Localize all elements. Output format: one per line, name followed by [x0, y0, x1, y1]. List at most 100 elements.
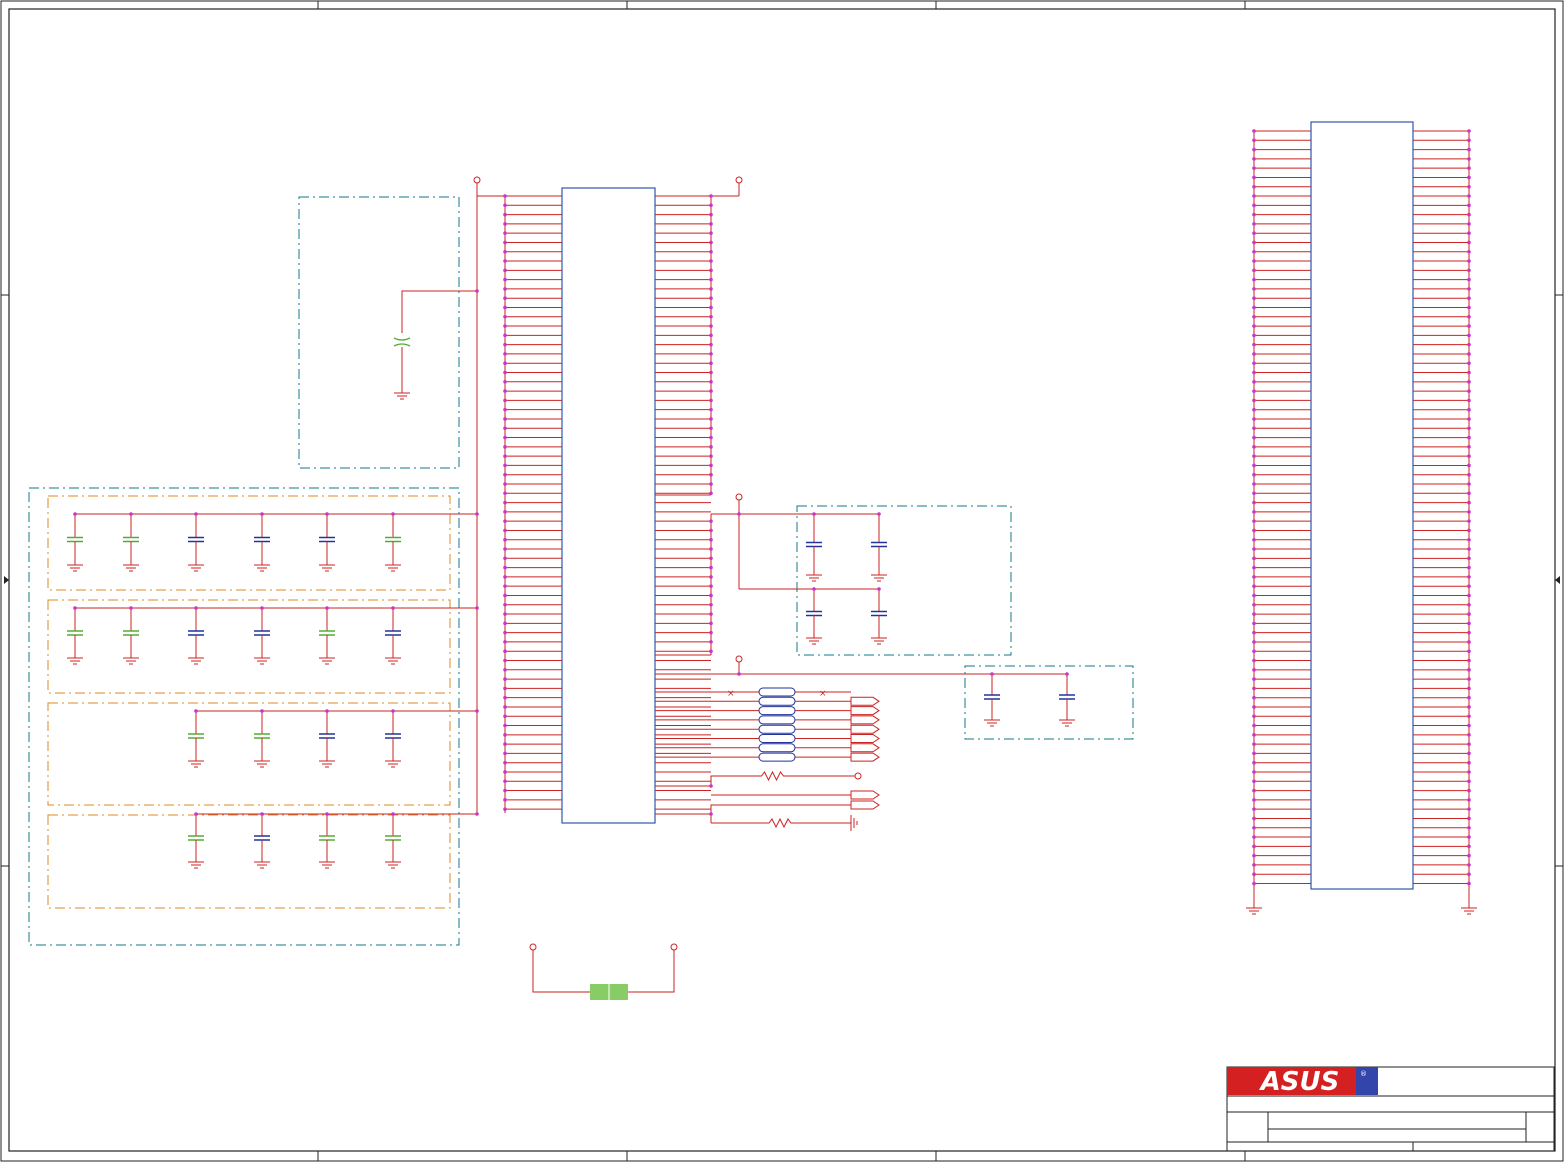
capacitor-symbol: [319, 711, 335, 761]
net-junction-dot: [503, 417, 507, 421]
net-junction-dot: [503, 751, 507, 756]
dashed-group-box: [796, 505, 1012, 656]
net-junction-dot: [503, 380, 507, 384]
net-junction-dot: [1252, 342, 1256, 347]
net-junction-dot: [503, 547, 507, 551]
dashed-group-box: [47, 702, 451, 806]
ground-symbol: [254, 861, 270, 869]
net-junction-dot: [260, 709, 264, 713]
net-junction-dot: [1252, 361, 1256, 366]
net-junction-dot: [1467, 249, 1471, 254]
net-junction-dot: [709, 352, 713, 356]
ground-symbol: [319, 861, 335, 869]
net-junction-dot: [1252, 482, 1256, 486]
power-port-circle: [735, 176, 743, 184]
net-junction-dot: [503, 537, 507, 542]
net-junction-dot: [1252, 259, 1256, 263]
net-junction-dot: [1252, 733, 1256, 737]
net-junction-dot: [260, 812, 264, 816]
net-junction-dot: [1467, 537, 1471, 542]
net-junction-dot: [1252, 760, 1256, 765]
net-junction-dot: [1252, 389, 1256, 393]
net-junction-dot: [1252, 835, 1256, 839]
net-junction-dot: [503, 249, 507, 254]
ground-symbol: [254, 657, 270, 665]
dashed-group-box: [964, 665, 1134, 740]
capacitor-symbol: [319, 814, 335, 862]
net-junction-dot: [1467, 472, 1471, 477]
net-junction-dot: [709, 584, 713, 588]
net-junction-dot: [1467, 816, 1471, 821]
net-junction-dot: [1467, 268, 1471, 273]
net-junction-dot: [1252, 184, 1256, 189]
net-junction-dot: [1467, 519, 1471, 523]
net-junction-dot: [1252, 352, 1256, 356]
net-junction-dot: [709, 547, 713, 551]
net-junction-dot: [503, 491, 507, 496]
net-junction-dot: [709, 212, 713, 217]
net-junction-dot: [1252, 677, 1256, 681]
net-junction-dot: [503, 667, 507, 672]
net-junction-dot: [709, 380, 713, 384]
ground-symbol: [188, 657, 204, 665]
net-junction-dot: [1467, 602, 1471, 607]
net-junction-dot: [503, 798, 507, 802]
net-junction-dot: [1252, 138, 1256, 143]
net-junction-dot: [475, 709, 479, 713]
dashed-group-box: [47, 495, 451, 591]
net-junction-dot: [503, 723, 507, 728]
net-junction-dot: [503, 342, 507, 347]
net-junction-dot: [877, 512, 881, 516]
net-junction-dot: [503, 807, 507, 811]
net-junction-dot: [709, 333, 713, 338]
net-junction-dot: [391, 606, 395, 610]
net-junction-dot: [1467, 194, 1471, 198]
net-junction-dot: [1467, 435, 1471, 440]
net-junction-dot: [260, 512, 264, 516]
ground-symbol: [1461, 907, 1477, 915]
sheet-border-inner: [8, 8, 1556, 1152]
capacitor-symbol: [385, 814, 401, 862]
net-junction-dot: [1467, 407, 1471, 412]
net-junction-dot: [1467, 853, 1471, 858]
net-junction-dot: [1252, 695, 1256, 700]
net-junction-dot: [1467, 510, 1471, 514]
ground-symbol: [67, 657, 83, 665]
net-junction-dot: [325, 512, 329, 516]
net-junction-dot: [503, 454, 507, 458]
net-junction-dot: [1467, 640, 1471, 644]
net-junction-dot: [1252, 816, 1256, 821]
net-junction-dot: [1252, 612, 1256, 616]
net-junction-dot: [1467, 881, 1471, 886]
net-junction-dot: [1252, 277, 1256, 282]
net-junction-dot: [1252, 333, 1256, 338]
capacitor-symbol: [254, 514, 270, 565]
ground-symbol: [319, 760, 335, 768]
capacitor-symbol: [806, 514, 822, 575]
ground-symbol: [123, 657, 139, 665]
net-junction-dot: [1467, 380, 1471, 384]
net-junction-dot: [503, 519, 507, 523]
net-junction-dot: [709, 370, 713, 375]
net-junction-dot: [1252, 798, 1256, 802]
net-junction-dot: [503, 352, 507, 356]
net-junction-dot: [709, 426, 713, 431]
net-junction-dot: [503, 686, 507, 691]
net-junction-dot: [503, 760, 507, 765]
net-junction-dot: [260, 606, 264, 610]
net-junction-dot: [709, 482, 713, 486]
net-junction-dot: [503, 305, 507, 310]
net-junction-dot: [1252, 565, 1256, 570]
net-junction-dot: [709, 222, 713, 226]
net-junction-dot: [1252, 398, 1256, 403]
net-junction-dot: [1252, 575, 1256, 579]
net-junction-dot: [1252, 463, 1256, 468]
net-junction-dot: [503, 528, 507, 533]
net-junction-dot: [1252, 166, 1256, 170]
net-junction-dot: [1467, 686, 1471, 691]
net-junction-dot: [1467, 584, 1471, 589]
capacitor-symbol: [871, 514, 887, 575]
capacitor-symbol: [319, 514, 335, 565]
net-junction-dot: [1467, 222, 1471, 226]
ground-symbol: [871, 637, 887, 645]
